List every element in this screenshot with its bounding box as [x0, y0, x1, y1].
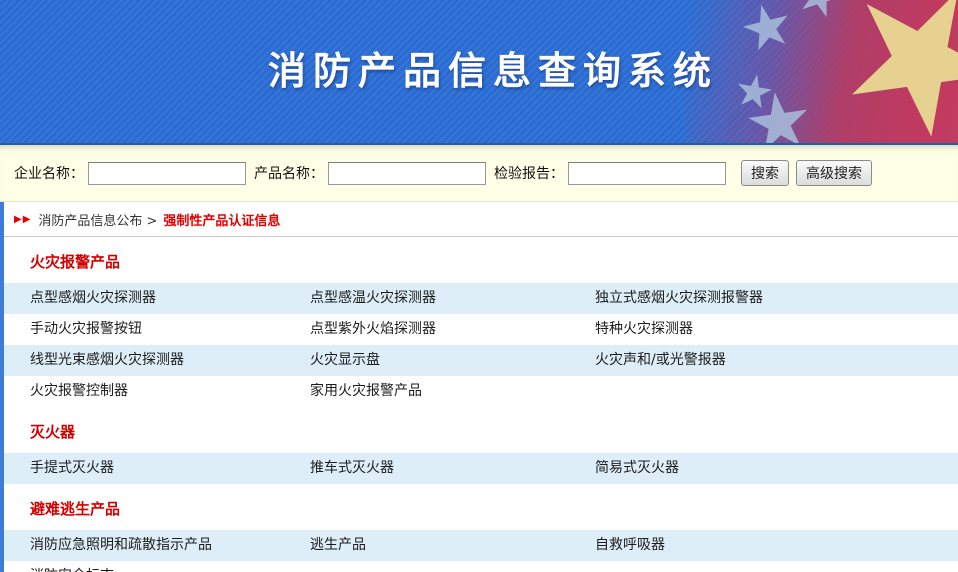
product-category-link[interactable]: 点型紫外火焰探测器: [310, 314, 595, 345]
product-category-link[interactable]: 点型感烟火灾探测器: [30, 283, 310, 314]
empty-cell: [595, 376, 958, 407]
product-row: 手提式灭火器推车式灭火器简易式灭火器: [4, 453, 958, 484]
enterprise-name-label: 企业名称：: [14, 163, 84, 183]
china-flag-graphic: [686, 0, 958, 145]
product-category-link[interactable]: 特种火灾探测器: [595, 314, 958, 345]
product-category-link[interactable]: 线型光束感烟火灾探测器: [30, 345, 310, 376]
product-row: 线型光束感烟火灾探测器火灾显示盘火灾声和/或光警报器: [4, 345, 958, 376]
product-row: 点型感烟火灾探测器点型感温火灾探测器独立式感烟火灾探测报警器: [4, 283, 958, 314]
flag-small-star-icon: [738, 0, 796, 57]
product-row: 手动火灾报警按钮点型紫外火焰探测器特种火灾探测器: [4, 314, 958, 345]
breadcrumb-current-page: 强制性产品认证信息: [163, 210, 280, 229]
top-banner: 消防产品信息查询系统: [0, 0, 958, 145]
product-category-link[interactable]: 消防应急照明和疏散指示产品: [30, 530, 310, 561]
empty-cell: [310, 561, 595, 572]
product-category-link[interactable]: 自救呼吸器: [595, 530, 958, 561]
search-button[interactable]: 搜索: [741, 160, 789, 186]
product-category-sections: 火灾报警产品点型感烟火灾探测器点型感温火灾探测器独立式感烟火灾探测报警器手动火灾…: [4, 237, 958, 572]
product-row: 消防安全标志: [4, 561, 958, 572]
page-title: 消防产品信息查询系统: [268, 40, 718, 95]
search-bar: 企业名称： 产品名称： 检验报告： 搜索 高级搜索: [0, 145, 958, 202]
breadcrumb: ▶▶ 消防产品信息公布 > 强制性产品认证信息: [4, 202, 958, 237]
product-category-link[interactable]: 火灾报警控制器: [30, 376, 310, 407]
product-category-link[interactable]: 火灾声和/或光警报器: [595, 345, 958, 376]
inspection-report-label: 检验报告：: [494, 163, 564, 183]
product-name-label: 产品名称：: [254, 163, 324, 183]
product-name-input[interactable]: [328, 162, 486, 185]
product-category-link[interactable]: 独立式感烟火灾探测报警器: [595, 283, 958, 314]
flag-small-star-icon: [733, 71, 775, 113]
product-category-link[interactable]: 点型感温火灾探测器: [310, 283, 595, 314]
flag-small-star-icon: [792, 0, 847, 24]
product-category-link[interactable]: 手动火灾报警按钮: [30, 314, 310, 345]
product-category-link[interactable]: 简易式灭火器: [595, 453, 958, 484]
section-title: 火灾报警产品: [4, 237, 958, 283]
advanced-search-button[interactable]: 高级搜索: [796, 160, 872, 186]
product-category-link[interactable]: 家用火灾报警产品: [310, 376, 595, 407]
breadcrumb-root-link[interactable]: 消防产品信息公布 >: [38, 210, 157, 229]
section-title: 灭火器: [4, 407, 958, 453]
inspection-report-group: 检验报告：: [494, 162, 726, 185]
product-category-link[interactable]: 消防安全标志: [30, 561, 310, 572]
section-title: 避难逃生产品: [4, 484, 958, 530]
main-content: ▶▶ 消防产品信息公布 > 强制性产品认证信息 火灾报警产品点型感烟火灾探测器点…: [0, 202, 958, 572]
enterprise-name-group: 企业名称：: [14, 162, 246, 185]
product-row: 消防应急照明和疏散指示产品逃生产品自救呼吸器: [4, 530, 958, 561]
empty-cell: [595, 561, 958, 572]
product-category-link[interactable]: 手提式灭火器: [30, 453, 310, 484]
product-category-link[interactable]: 火灾显示盘: [310, 345, 595, 376]
breadcrumb-arrows-icon: ▶▶: [14, 214, 31, 225]
product-name-group: 产品名称：: [254, 162, 486, 185]
enterprise-name-input[interactable]: [88, 162, 246, 185]
product-category-link[interactable]: 逃生产品: [310, 530, 595, 561]
product-row: 火灾报警控制器家用火灾报警产品: [4, 376, 958, 407]
inspection-report-input[interactable]: [568, 162, 726, 185]
flag-big-star-icon: [817, 0, 958, 145]
product-category-link[interactable]: 推车式灭火器: [310, 453, 595, 484]
